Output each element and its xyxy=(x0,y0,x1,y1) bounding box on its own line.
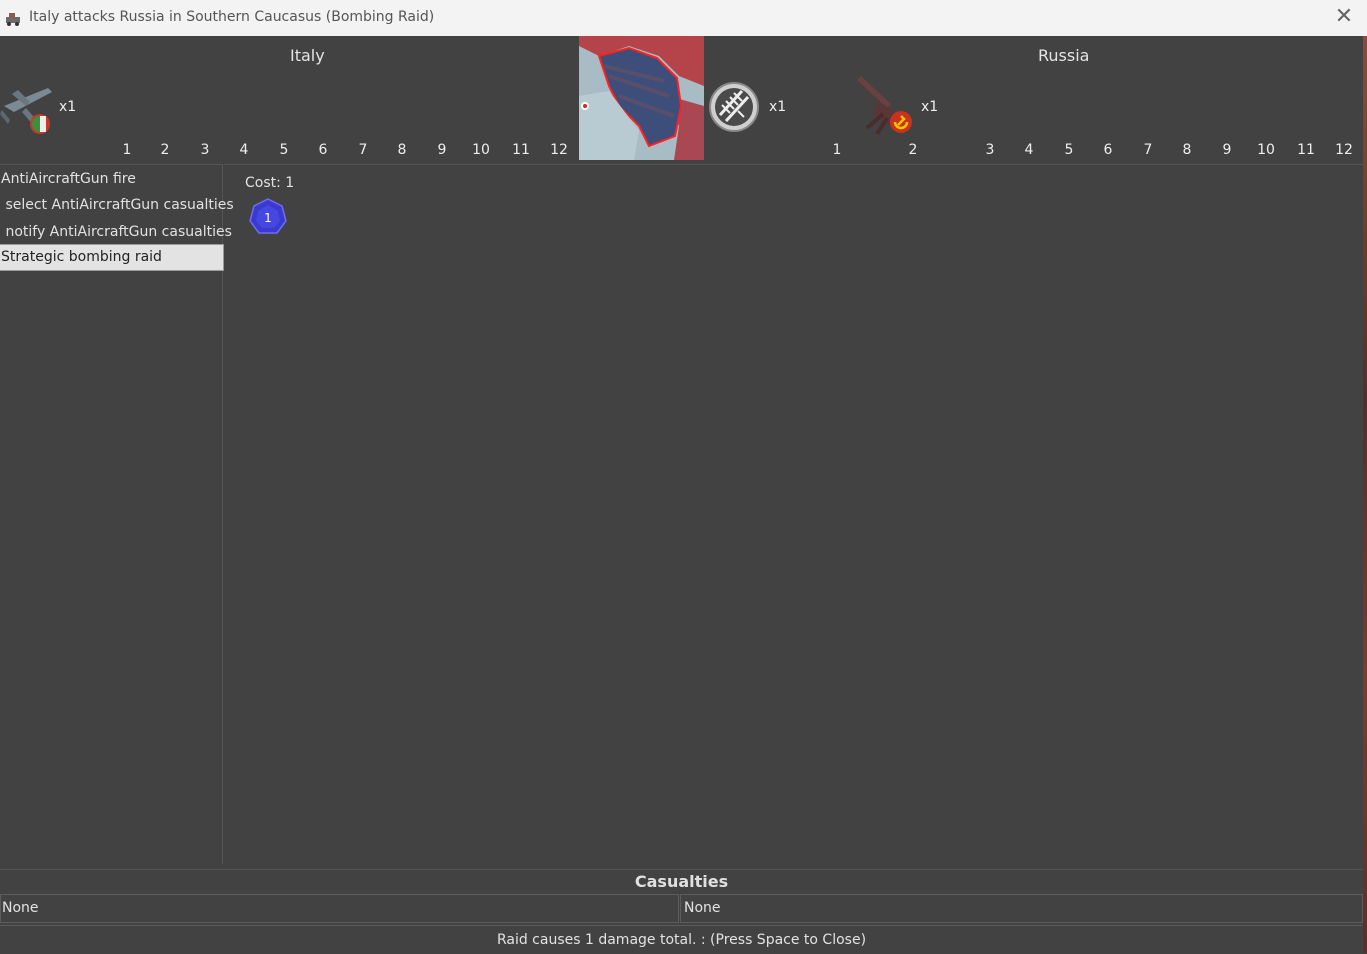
defender-unit-count: x1 xyxy=(921,99,939,115)
attacker-dice-number: 11 xyxy=(512,142,530,158)
defender-dice-number: 4 xyxy=(1024,142,1034,158)
step-item-selected[interactable]: Strategic bombing raid xyxy=(0,244,224,271)
defender-dice-number: 8 xyxy=(1182,142,1192,158)
defender-name: Russia xyxy=(1038,46,1090,65)
attacker-dice-number: 4 xyxy=(239,142,249,158)
app-icon xyxy=(6,13,20,26)
window-title: Italy attacks Russia in Southern Caucasu… xyxy=(29,9,435,25)
defender-dice-number: 1 xyxy=(832,142,842,158)
step-item[interactable]: AntiAircraftGun fire xyxy=(0,166,223,192)
attacker-name: Italy xyxy=(290,46,325,65)
attacker-dice-number: 7 xyxy=(358,142,368,158)
defender-unit-count: x1 xyxy=(769,99,787,115)
attacker-dice-number: 3 xyxy=(200,142,210,158)
attacker-dice-number: 6 xyxy=(318,142,328,158)
defender-casualties: None xyxy=(680,894,1363,923)
attacker-dice-number: 12 xyxy=(550,142,568,158)
attacker-dice-row: 1 2 3 4 5 6 7 8 9 10 11 12 xyxy=(0,142,579,160)
attacker-dice-number: 9 xyxy=(437,142,447,158)
attacker-dice-number: 5 xyxy=(279,142,289,158)
casualties-header: Casualties xyxy=(0,869,1363,894)
attacker-unit-count: x1 xyxy=(59,99,77,115)
attacker-dice-number: 1 xyxy=(122,142,132,158)
step-item[interactable]: select AntiAircraftGun casualties xyxy=(0,192,233,218)
bomber-plane-icon xyxy=(0,88,52,134)
attacker-casualties: None xyxy=(0,894,679,923)
battle-panel: Italy x1 1 2 3 4 5 6 7 8 9 10 11 12 Russ… xyxy=(0,36,1363,953)
defender-dice-number: 7 xyxy=(1143,142,1153,158)
battle-steps-list[interactable]: AntiAircraftGun fire select AntiAircraft… xyxy=(0,164,234,864)
dice-value: 1 xyxy=(264,211,272,225)
defender-dice-row: 1 2 3 4 5 6 7 8 9 10 11 12 xyxy=(704,142,1363,160)
defender-dice-number: 11 xyxy=(1297,142,1315,158)
dice-icon: 1 xyxy=(249,198,287,234)
defender-dice-number: 2 xyxy=(908,142,918,158)
attacker-dice-number: 10 xyxy=(472,142,490,158)
cost-label: Cost: 1 xyxy=(245,175,295,191)
status-message: Raid causes 1 damage total. : (Press Spa… xyxy=(0,925,1363,954)
step-item[interactable]: notify AntiAircraftGun casualties xyxy=(0,219,231,245)
defender-dice-number: 10 xyxy=(1257,142,1275,158)
attacker-dice-number: 8 xyxy=(397,142,407,158)
defender-dice-number: 6 xyxy=(1103,142,1113,158)
dice-results-area: Cost: 1 1 xyxy=(224,164,1363,864)
window-titlebar: Italy attacks Russia in Southern Caucasu… xyxy=(0,0,1367,36)
window-edge xyxy=(1363,36,1367,953)
defender-dice-number: 12 xyxy=(1335,142,1353,158)
defender-dice-number: 5 xyxy=(1064,142,1074,158)
antiaircraft-gun-icon xyxy=(857,76,912,136)
territory-map-thumbnail xyxy=(579,36,704,160)
defender-dice-number: 9 xyxy=(1222,142,1232,158)
attacker-dice-number: 2 xyxy=(160,142,170,158)
railway-target-icon xyxy=(709,82,759,132)
defender-dice-number: 3 xyxy=(985,142,995,158)
close-icon[interactable]: ✕ xyxy=(1332,4,1356,30)
